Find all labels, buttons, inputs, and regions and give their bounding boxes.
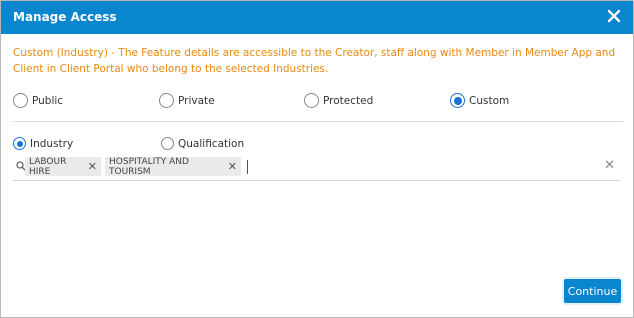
- tag-chip: HOSPITALITY AND TOURISM ✕: [105, 156, 241, 177]
- radio-protected[interactable]: Protected: [304, 93, 373, 108]
- dialog-header: Manage Access: [1, 1, 633, 34]
- text-caret: [247, 160, 248, 174]
- radio-label: Public: [32, 94, 64, 107]
- remove-tag-icon[interactable]: ✕: [88, 160, 97, 173]
- radio-label: Private: [178, 94, 215, 107]
- tag-chip: LABOUR HIRE ✕: [25, 156, 101, 177]
- radio-circle: [13, 93, 28, 108]
- radio-label: Protected: [323, 94, 374, 107]
- radio-industry[interactable]: Industry: [13, 137, 73, 150]
- radio-qualification[interactable]: Qualification: [161, 137, 244, 150]
- radio-circle: [450, 93, 465, 108]
- radio-circle: [304, 93, 319, 108]
- radio-circle: [161, 137, 174, 150]
- clear-icon[interactable]: ✕: [604, 158, 615, 173]
- industry-tag-input[interactable]: LABOUR HIRE ✕ HOSPITALITY AND TOURISM ✕ …: [13, 154, 621, 181]
- radio-circle: [13, 137, 26, 150]
- radio-public[interactable]: Public: [13, 93, 63, 108]
- tag-label: HOSPITALITY AND TOURISM: [109, 156, 189, 177]
- radio-label: Custom: [469, 94, 510, 107]
- radio-label: Qualification: [178, 137, 245, 150]
- continue-button[interactable]: Continue: [564, 279, 621, 303]
- access-description: Custom (Industry) - The Feature details …: [13, 47, 616, 75]
- dialog-title: Manage Access: [13, 10, 117, 24]
- manage-access-dialog: Manage Access Custom (Industry) - The Fe…: [0, 0, 634, 318]
- close-icon[interactable]: [607, 9, 621, 23]
- radio-circle: [159, 93, 174, 108]
- access-options: Public Private Protected Custom: [1, 91, 633, 111]
- radio-private[interactable]: Private: [159, 93, 215, 108]
- section-divider: [13, 121, 623, 122]
- tag-label: LABOUR HIRE: [29, 156, 67, 177]
- radio-custom[interactable]: Custom: [450, 93, 509, 108]
- remove-tag-icon[interactable]: ✕: [228, 160, 237, 173]
- radio-label: Industry: [30, 137, 74, 150]
